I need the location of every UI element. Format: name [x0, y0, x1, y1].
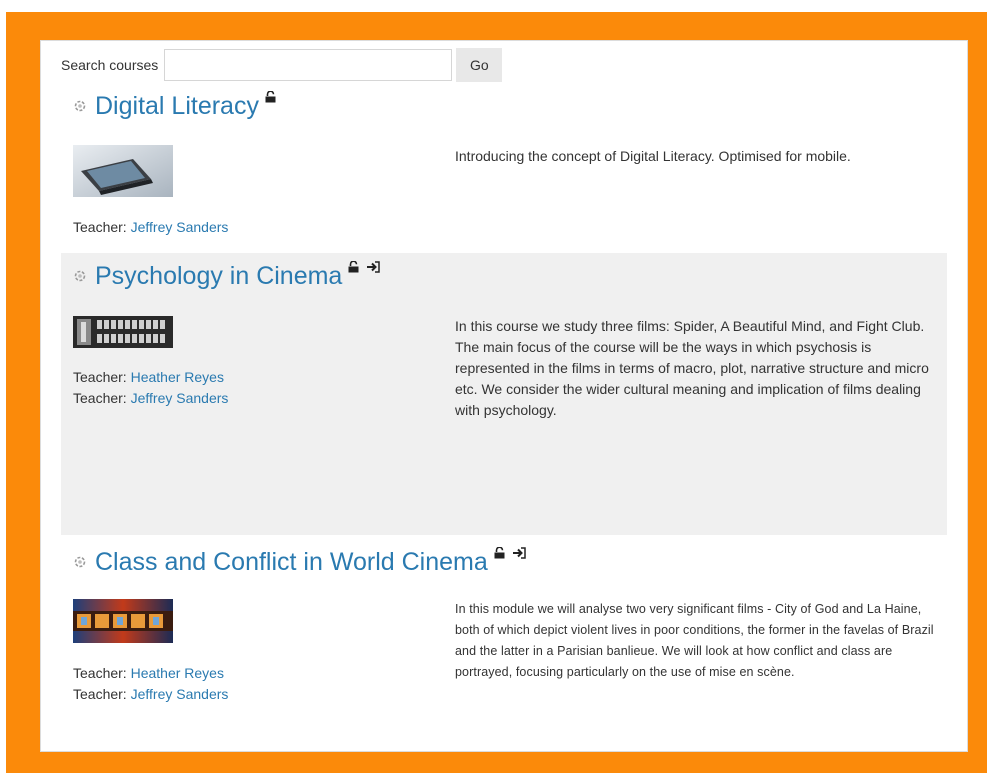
course-teachers: Teacher: Heather Reyes Teacher: Jeffrey …: [73, 367, 228, 409]
teacher-prefix: Teacher:: [73, 665, 127, 681]
course-icon: [74, 100, 86, 112]
teacher-prefix: Teacher:: [73, 369, 127, 385]
teacher-line: Teacher: Jeffrey Sanders: [73, 684, 228, 705]
course-icon: [74, 556, 86, 568]
course-summary: Introducing the concept of Digital Liter…: [455, 148, 851, 164]
course-title-link[interactable]: Psychology in Cinema: [95, 261, 342, 291]
course-image: [73, 145, 173, 197]
teacher-link[interactable]: Jeffrey Sanders: [131, 219, 229, 235]
lock-open-icon: [265, 91, 276, 103]
course-icon: [74, 270, 86, 282]
course-access-icons: [494, 547, 534, 559]
teacher-link[interactable]: Heather Reyes: [131, 665, 224, 681]
course-access-icons: [265, 91, 284, 103]
teacher-link[interactable]: Jeffrey Sanders: [131, 390, 229, 406]
course-item-psychology-in-cinema: Psychology in Cinema Teacher: Heather Re…: [61, 253, 947, 535]
teacher-line: Teacher: Heather Reyes: [73, 663, 228, 684]
teacher-prefix: Teacher:: [73, 219, 127, 235]
course-teachers: Teacher: Heather Reyes Teacher: Jeffrey …: [73, 663, 228, 705]
course-image: [73, 599, 173, 643]
course-summary: In this module we will analyse two very …: [455, 602, 934, 679]
teacher-link[interactable]: Jeffrey Sanders: [131, 686, 229, 702]
course-title-link[interactable]: Digital Literacy: [95, 91, 259, 121]
teacher-prefix: Teacher:: [73, 390, 127, 406]
teacher-line: Teacher: Heather Reyes: [73, 367, 228, 388]
login-icon: [512, 547, 526, 559]
course-image: [73, 316, 173, 348]
search-input[interactable]: [164, 49, 453, 81]
course-item-class-and-conflict: Class and Conflict in World Cinema Teach…: [61, 539, 947, 739]
course-title-row: Psychology in Cinema: [73, 261, 388, 291]
teacher-prefix: Teacher:: [73, 686, 127, 702]
course-title-row: Class and Conflict in World Cinema: [73, 547, 534, 577]
lock-open-icon: [494, 547, 505, 559]
teacher-line: Teacher: Jeffrey Sanders: [73, 388, 228, 409]
course-title-row: Digital Literacy: [73, 91, 284, 121]
teacher-line: Teacher: Jeffrey Sanders: [73, 217, 228, 238]
course-list-panel: Search courses Go Digital Literacy Teach…: [40, 40, 968, 752]
course-item-digital-literacy: Digital Literacy Teacher: Jeffrey Sander…: [61, 85, 947, 245]
course-summary: In this course we study three films: Spi…: [455, 318, 929, 418]
search-label: Search courses: [61, 57, 159, 73]
course-search-form: Search courses Go: [61, 47, 503, 83]
course-teachers: Teacher: Jeffrey Sanders: [73, 217, 228, 238]
login-icon: [367, 261, 381, 273]
lock-open-icon: [348, 261, 359, 273]
course-access-icons: [348, 261, 388, 273]
teacher-link[interactable]: Heather Reyes: [131, 369, 224, 385]
go-button[interactable]: Go: [456, 48, 503, 82]
course-title-link[interactable]: Class and Conflict in World Cinema: [95, 547, 488, 577]
